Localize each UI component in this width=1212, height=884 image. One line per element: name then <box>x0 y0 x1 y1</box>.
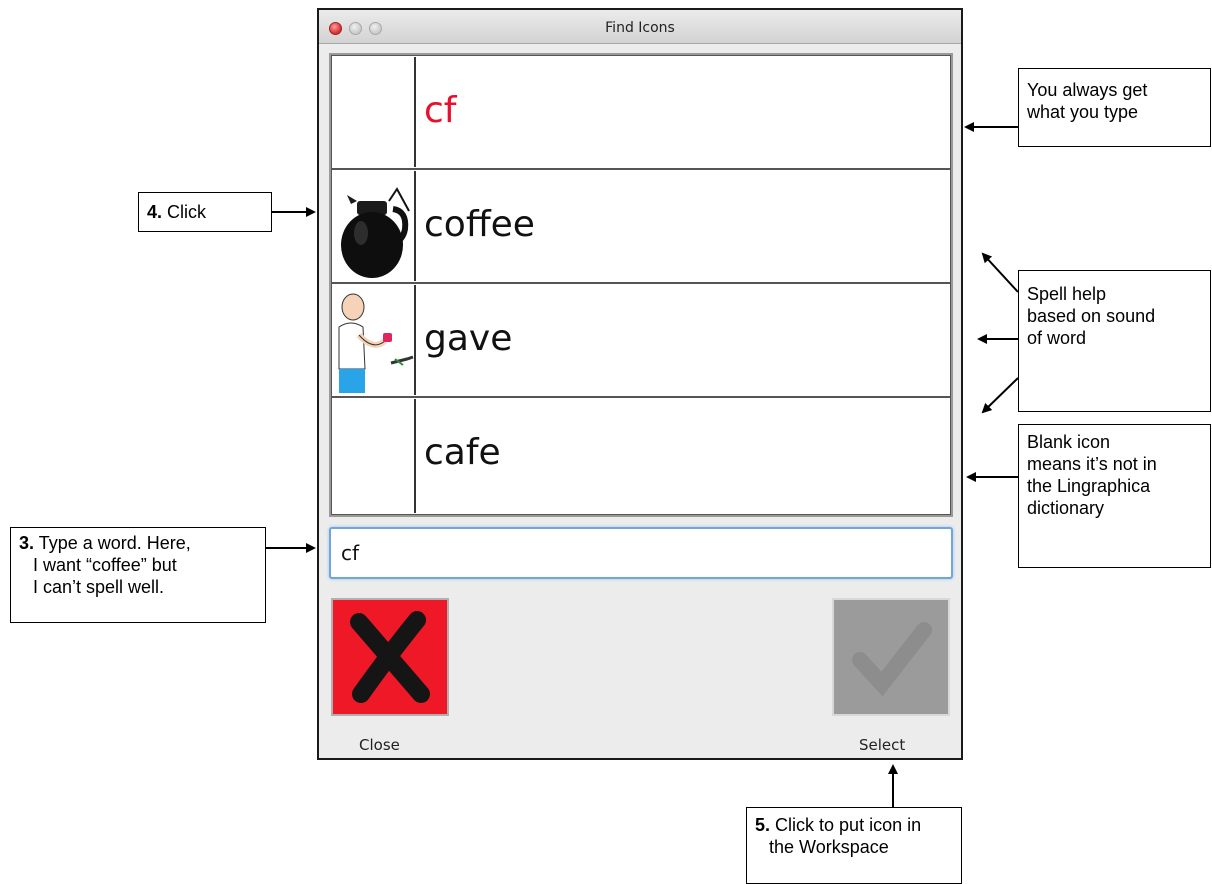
find-icons-window: Find Icons cf coffee gave cafe cf Close … <box>317 8 963 760</box>
check-icon <box>852 622 932 697</box>
select-button-label: Select <box>859 736 906 754</box>
list-item[interactable]: gave <box>331 283 951 397</box>
blank-icon <box>333 57 416 167</box>
list-item-label: gave <box>424 318 513 359</box>
arrow-spell-down <box>981 377 1019 414</box>
arrow-spell-up <box>981 252 1019 293</box>
callout-type-word: 3. Type a word. Here, I want “coffee” bu… <box>10 527 266 623</box>
coffee-pot-icon <box>333 171 416 281</box>
callout-select: 5. Click to put icon in the Workspace <box>746 807 962 884</box>
list-item-label: cf <box>424 90 457 131</box>
list-item-label: coffee <box>424 204 535 245</box>
select-button[interactable] <box>832 598 950 716</box>
x-icon <box>350 611 430 703</box>
close-button-label: Close <box>359 736 400 754</box>
list-item-label: cafe <box>424 432 501 473</box>
close-button[interactable] <box>331 598 449 716</box>
callout-spell-help: Spell help based on sound of word <box>1018 270 1211 412</box>
title-bar[interactable]: Find Icons <box>319 10 961 44</box>
search-input[interactable] <box>329 527 953 579</box>
blank-icon <box>333 399 416 513</box>
list-item[interactable]: coffee <box>331 169 951 283</box>
list-item[interactable]: cf <box>331 55 951 169</box>
list-item[interactable]: cafe <box>331 397 951 515</box>
person-giving-icon <box>333 285 416 395</box>
callout-blank-icon: Blank icon means it’s not in the Lingrap… <box>1018 424 1211 568</box>
callout-click: 4. Click <box>138 192 272 232</box>
callout-always-get: You always get what you type <box>1018 68 1211 147</box>
results-list: cf coffee gave cafe <box>329 53 953 517</box>
window-title: Find Icons <box>605 20 675 36</box>
